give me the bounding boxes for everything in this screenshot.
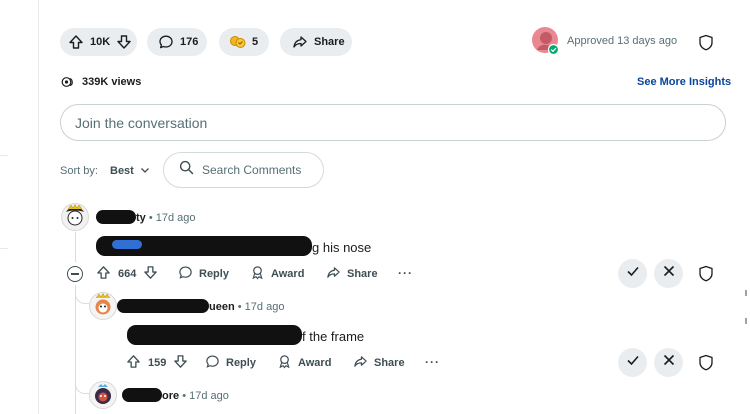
comment-vote: 159 (126, 353, 188, 373)
award-label: Award (298, 357, 332, 369)
comment-timestamp: 17d ago (155, 212, 196, 224)
reply-button[interactable]: Reply (205, 353, 256, 373)
avatar[interactable] (89, 381, 117, 409)
downvote-icon[interactable] (116, 34, 132, 50)
remove-button[interactable] (654, 259, 683, 288)
reply-label: Reply (226, 357, 256, 369)
search-placeholder: Search Comments (202, 163, 302, 177)
approve-button[interactable] (618, 259, 647, 288)
comment-bubble-icon (205, 354, 220, 372)
upvote-icon[interactable] (68, 34, 84, 50)
downvote-icon[interactable] (143, 265, 158, 283)
award-emoji-icon (229, 34, 247, 50)
see-more-insights-link[interactable]: See More Insights (637, 76, 731, 88)
comments-count: 176 (180, 36, 199, 48)
sort-dropdown[interactable]: Best (110, 163, 150, 179)
comment-composer-input[interactable]: Join the conversation (60, 104, 726, 141)
scrollbar-edge (745, 318, 747, 324)
vote-pill: 10K (60, 28, 137, 56)
meta-separator: • (148, 212, 156, 224)
award-label: Award (271, 268, 305, 280)
page-left-border (38, 0, 39, 414)
redacted-username (117, 299, 209, 313)
award-icon (250, 265, 265, 283)
share-button[interactable]: Share (326, 264, 378, 284)
comment-bubble-icon (178, 265, 193, 283)
award-button[interactable]: 5 (219, 28, 269, 56)
search-comments-input[interactable]: Search Comments (163, 152, 324, 188)
views-icon (60, 74, 76, 95)
redacted-text (127, 325, 302, 345)
comment-author[interactable]: ueen (209, 301, 235, 313)
moderator-avatar (530, 26, 560, 56)
sort-label: Sort by: (60, 165, 98, 177)
chevron-down-icon (140, 162, 150, 180)
downvote-icon[interactable] (173, 354, 188, 372)
share-arrow-icon (292, 34, 308, 50)
approve-button[interactable] (618, 348, 647, 377)
share-button[interactable]: Share (280, 28, 352, 56)
views-count: 339K views (82, 76, 142, 88)
share-arrow-icon (353, 354, 368, 372)
composer-placeholder: Join the conversation (75, 114, 208, 131)
redacted-username (96, 210, 136, 224)
redaction-residue (112, 240, 142, 249)
comment-vote-count: 664 (118, 268, 137, 280)
approved-status-text: Approved 13 days ago (567, 35, 678, 47)
more-options-button[interactable]: ··· (425, 352, 440, 372)
comment-timestamp: 17d ago (189, 390, 229, 402)
share-label: Share (374, 357, 405, 369)
share-button[interactable]: Share (353, 353, 405, 373)
avatar[interactable] (89, 292, 117, 320)
mod-shield-icon[interactable] (697, 353, 715, 371)
sidebar-divider (0, 248, 8, 249)
award-button[interactable]: Award (250, 264, 304, 284)
share-label: Share (314, 36, 345, 48)
comment-author[interactable]: ty (136, 212, 146, 224)
award-icon (277, 354, 292, 372)
share-arrow-icon (326, 265, 341, 283)
meta-separator: • (237, 301, 245, 313)
comment-body: f the frame (302, 329, 365, 344)
comment-vote-count: 159 (148, 357, 167, 369)
remove-button[interactable] (654, 348, 683, 377)
close-icon (662, 353, 676, 372)
award-button[interactable]: Award (277, 353, 331, 373)
upvote-icon[interactable] (126, 354, 141, 372)
comment-body: g his nose (312, 240, 372, 255)
mod-shield-icon[interactable] (697, 33, 715, 51)
thread-connector (75, 380, 89, 394)
sort-value: Best (110, 165, 134, 177)
upvote-icon[interactable] (96, 265, 111, 283)
comment-meta: ore • 17d ago (162, 390, 229, 402)
reply-label: Reply (199, 268, 229, 280)
more-options-button[interactable]: ··· (398, 263, 413, 283)
avatar[interactable] (61, 203, 89, 231)
comment-bubble-icon (158, 34, 174, 50)
comments-button[interactable]: 176 (147, 28, 207, 56)
thread-line (75, 285, 76, 414)
sidebar-divider (0, 155, 8, 156)
thread-line (75, 232, 76, 262)
checkmark-icon (626, 264, 640, 283)
scrollbar-edge (745, 290, 747, 296)
comment-meta: ty • 17d ago (136, 212, 196, 224)
close-icon (662, 264, 676, 283)
search-icon (179, 160, 194, 180)
comment-timestamp: 17d ago (244, 301, 285, 313)
comment-author[interactable]: ore (162, 390, 179, 402)
share-label: Share (347, 268, 378, 280)
checkmark-icon (626, 353, 640, 372)
reply-button[interactable]: Reply (178, 264, 229, 284)
mod-shield-icon[interactable] (697, 264, 715, 282)
thread-connector (75, 290, 89, 304)
redacted-username (122, 388, 162, 402)
minus-icon (71, 273, 79, 275)
comment-vote: 664 (96, 264, 158, 284)
comment-meta: ueen • 17d ago (209, 301, 284, 313)
collapse-thread-button[interactable] (67, 266, 83, 282)
vote-count: 10K (90, 36, 111, 48)
awards-count: 5 (252, 36, 259, 48)
